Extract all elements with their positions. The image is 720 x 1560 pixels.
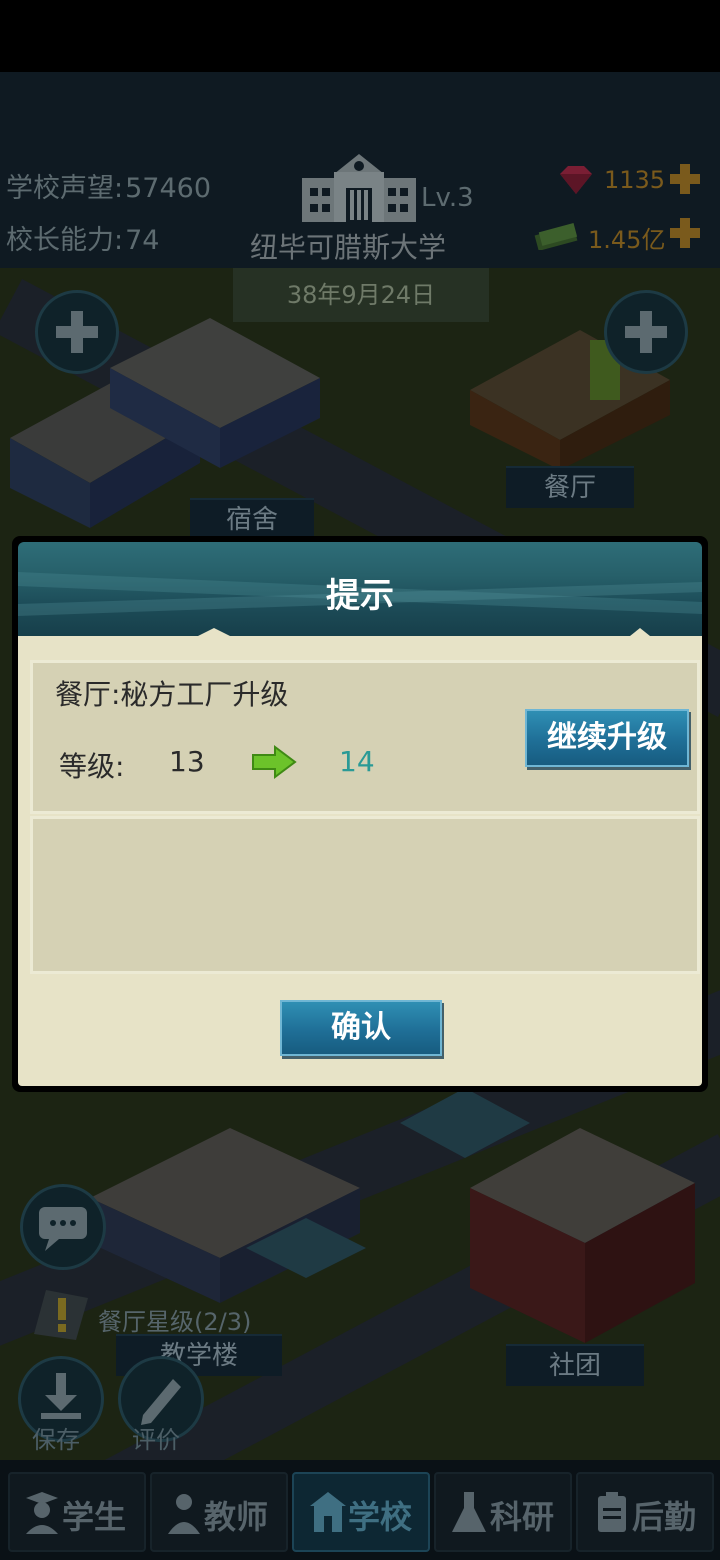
nav-tab-students[interactable]: 学生 xyxy=(8,1472,146,1552)
research-icon xyxy=(452,1492,486,1532)
confirm-button[interactable]: 确认 xyxy=(280,1000,442,1056)
reputation-value: 57460 xyxy=(125,173,212,204)
level-label: 等级: xyxy=(59,750,125,783)
plus-icon xyxy=(625,311,667,353)
nav-label-logistics: 后勤 xyxy=(632,1498,697,1536)
basketball-court xyxy=(246,1218,366,1278)
save-label: 保存 xyxy=(32,1426,80,1454)
school-building-icon xyxy=(302,154,416,222)
basketball-court xyxy=(400,1088,530,1158)
canteen-star-label: 餐厅星级(2/3) xyxy=(98,1308,252,1336)
nav-label-students: 学生 xyxy=(62,1498,127,1536)
school-level: Lv.3 xyxy=(421,183,474,213)
club-label[interactable]: 社团 xyxy=(506,1344,644,1386)
continue-upgrade-button[interactable]: 继续升级 xyxy=(525,709,689,767)
upgrade-title: 餐厅:秘方工厂升级 xyxy=(55,678,289,711)
add-money-plus-icon[interactable] xyxy=(668,216,702,250)
details-panel xyxy=(30,816,700,974)
dialog-title: 提示 xyxy=(326,576,394,616)
reputation-stat: 学校声望:57460 xyxy=(6,166,211,205)
nav-tab-research[interactable]: 科研 xyxy=(434,1472,572,1552)
review-label: 评价 xyxy=(132,1426,180,1454)
nav-tab-school[interactable]: 学校 xyxy=(292,1472,430,1552)
add-building-button-left[interactable] xyxy=(35,290,119,374)
chat-bubble-icon xyxy=(39,1207,87,1251)
alert-icon[interactable] xyxy=(26,1284,96,1344)
canteen-label[interactable]: 餐厅 xyxy=(506,466,634,508)
teacher-icon xyxy=(168,1494,200,1534)
gem-count: 1135 xyxy=(604,166,666,194)
gem-icon xyxy=(560,166,592,194)
school-icon xyxy=(310,1492,346,1532)
plus-icon xyxy=(56,311,98,353)
game-date: 38年9月24日 xyxy=(233,268,489,322)
level-from: 13 xyxy=(169,745,205,778)
club-building[interactable] xyxy=(460,1128,700,1348)
nav-label-research: 科研 xyxy=(490,1498,555,1536)
nav-tab-logistics[interactable]: 后勤 xyxy=(576,1472,714,1552)
upgrade-dialog: 提示 餐厅:秘方工厂升级 等级: 13 14 继续升级 确认 xyxy=(12,536,708,1092)
nav-label-school: 学校 xyxy=(348,1498,413,1536)
ability-label: 校长能力: xyxy=(6,225,124,256)
add-gems-plus-icon[interactable] xyxy=(668,162,702,196)
money-icon xyxy=(534,223,578,250)
nav-label-teachers: 教师 xyxy=(204,1498,269,1536)
status-bar xyxy=(0,0,720,72)
student-icon xyxy=(26,1492,58,1534)
nav-tab-teachers[interactable]: 教师 xyxy=(150,1472,288,1552)
school-name: 纽毕可腊斯大学 xyxy=(250,231,447,264)
dialog-header: 提示 xyxy=(18,542,702,636)
reputation-label: 学校声望: xyxy=(6,173,124,204)
ability-stat: 校长能力:74 xyxy=(6,218,159,257)
level-to: 14 xyxy=(339,745,375,778)
arrow-right-icon xyxy=(252,745,297,779)
chat-button[interactable] xyxy=(20,1184,106,1270)
money-count: 1.45亿 xyxy=(588,226,666,254)
dorm-label[interactable]: 宿舍 xyxy=(190,498,314,540)
logistics-icon xyxy=(598,1492,626,1532)
ability-value: 74 xyxy=(125,225,160,256)
upgrade-info-panel: 餐厅:秘方工厂升级 等级: 13 14 继续升级 xyxy=(30,660,700,814)
add-building-button-right[interactable] xyxy=(604,290,688,374)
dialog-body: 餐厅:秘方工厂升级 等级: 13 14 继续升级 确认 xyxy=(18,636,702,1086)
